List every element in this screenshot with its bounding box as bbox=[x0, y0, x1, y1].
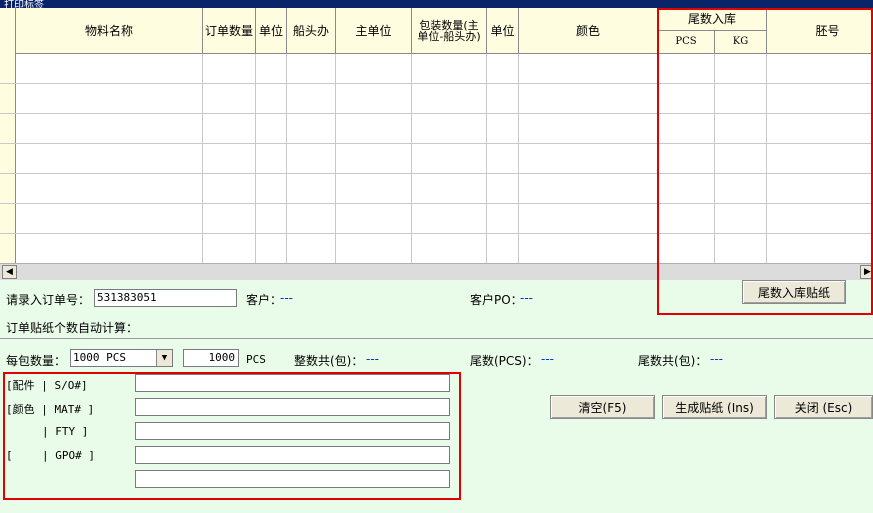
col-tail-kg[interactable]: KG bbox=[715, 31, 767, 54]
title-bar: 打印标签 bbox=[0, 0, 873, 11]
arrow-right-icon[interactable]: ▶ bbox=[860, 265, 873, 279]
mat-label: [颜色 | MAT# ] bbox=[6, 403, 95, 416]
so-input[interactable] bbox=[135, 374, 450, 392]
table-row[interactable] bbox=[0, 54, 873, 84]
per-pack-qty-label: 每包数量： bbox=[6, 354, 67, 368]
gpo-input[interactable] bbox=[135, 446, 450, 464]
fty-input[interactable] bbox=[135, 422, 450, 440]
generate-label-button[interactable]: 生成贴纸 (Ins) bbox=[662, 395, 767, 419]
col-main-unit[interactable]: 主单位 bbox=[336, 8, 412, 54]
tail-stock-label-button[interactable]: 尾数入库贴纸 bbox=[742, 280, 846, 304]
col-divider bbox=[255, 54, 256, 263]
per-pack-qty-input[interactable]: 1000 bbox=[183, 349, 239, 367]
col-color[interactable]: 颜色 bbox=[519, 8, 658, 54]
col-divider bbox=[335, 54, 336, 263]
whole-pack-value: --- bbox=[366, 352, 379, 366]
so-label: [配件 | S/O#] bbox=[6, 379, 88, 392]
customer-po-label: 客户PO： bbox=[470, 293, 523, 307]
extra-input[interactable] bbox=[135, 470, 450, 488]
col-tail-pcs[interactable]: PCS bbox=[658, 31, 715, 54]
unit-label: PCS bbox=[246, 353, 266, 366]
customer-label: 客户： bbox=[246, 293, 283, 307]
gpo-label: | GPO# ] bbox=[42, 449, 95, 462]
col-divider bbox=[657, 54, 658, 263]
col-pack-qty[interactable]: 包装数量(主单位-船头办) bbox=[412, 8, 487, 54]
col-divider bbox=[411, 54, 412, 263]
customer-po-value: --- bbox=[520, 291, 533, 305]
table-row[interactable] bbox=[0, 84, 873, 114]
col-order-qty[interactable]: 订单数量 bbox=[203, 8, 256, 54]
col-divider bbox=[286, 54, 287, 263]
table-row[interactable] bbox=[0, 234, 873, 263]
chevron-down-icon[interactable]: ▼ bbox=[156, 350, 172, 366]
tail-pcs-value: --- bbox=[541, 352, 554, 366]
whole-pack-label: 整数共(包)： bbox=[294, 354, 364, 368]
clear-button[interactable]: 清空(F5) bbox=[550, 395, 655, 419]
col-unit-2[interactable]: 单位 bbox=[487, 8, 519, 54]
col-unit[interactable]: 单位 bbox=[256, 8, 287, 54]
tail-pcs-label: 尾数(PCS)： bbox=[470, 354, 539, 368]
mat-input[interactable] bbox=[135, 398, 450, 416]
table-row[interactable] bbox=[0, 174, 873, 204]
fty-label: | FTY ] bbox=[42, 425, 89, 438]
col-divider bbox=[766, 54, 767, 263]
arrow-left-icon[interactable]: ◀ bbox=[2, 265, 17, 279]
col-tail-stock[interactable]: 尾数入库 bbox=[658, 8, 767, 31]
col-material-name[interactable]: 物料名称 bbox=[16, 8, 203, 54]
order-number-input[interactable]: 531383051 bbox=[94, 289, 237, 307]
tail-pack-label: 尾数共(包)： bbox=[638, 354, 708, 368]
col-divider bbox=[486, 54, 487, 263]
order-number-label: 请录入订单号： bbox=[6, 293, 91, 307]
col-ship-office[interactable]: 船头办 bbox=[287, 8, 336, 54]
col-divider bbox=[518, 54, 519, 263]
order-grid[interactable]: 物料名称 订单数量 单位 船头办 主单位 包装数量(主单位-船头办) 单位 颜色… bbox=[0, 8, 873, 263]
divider bbox=[0, 338, 873, 339]
tail-pack-value: --- bbox=[710, 352, 723, 366]
table-row[interactable] bbox=[0, 114, 873, 144]
close-button[interactable]: 关闭 (Esc) bbox=[774, 395, 873, 419]
col-blank-number[interactable]: 胚号 bbox=[767, 8, 873, 54]
auto-calc-label: 订单贴纸个数自动计算： bbox=[6, 321, 139, 335]
per-pack-select-value: 1000 PCS bbox=[73, 351, 126, 364]
horizontal-scrollbar[interactable]: ◀ ▶ bbox=[0, 263, 873, 280]
table-row[interactable] bbox=[0, 144, 873, 174]
per-pack-select[interactable]: 1000 PCS ▼ bbox=[70, 349, 173, 367]
table-row[interactable] bbox=[0, 204, 873, 234]
col-divider bbox=[714, 54, 715, 263]
customer-value: --- bbox=[280, 291, 293, 305]
col-divider bbox=[202, 54, 203, 263]
gpo-bracket: [ bbox=[6, 449, 13, 462]
